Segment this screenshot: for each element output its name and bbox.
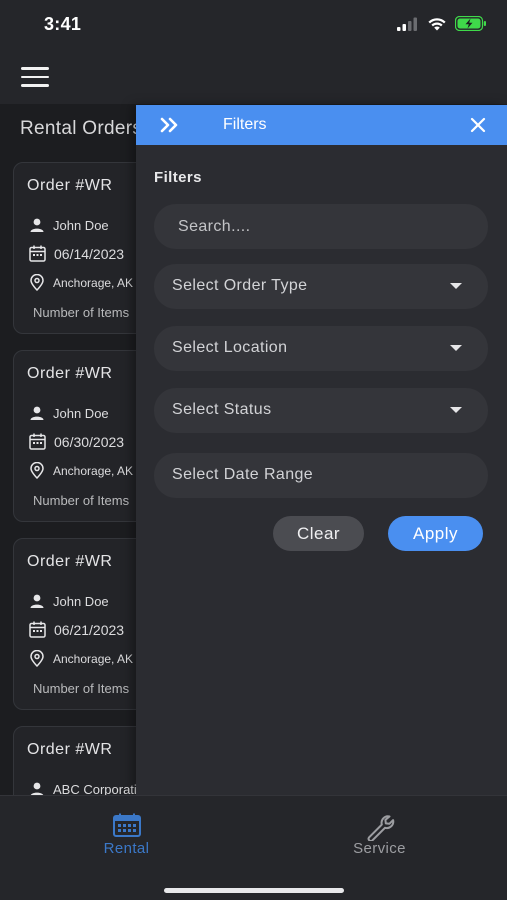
caret-down-icon xyxy=(450,345,462,351)
location-select-label: Select Location xyxy=(172,339,288,356)
person-icon xyxy=(30,218,44,232)
status-select-label: Select Status xyxy=(172,401,272,418)
order-location: Anchorage, AK xyxy=(53,463,134,478)
order-number: Order #WR xyxy=(27,553,113,570)
wrench-icon xyxy=(367,815,394,841)
customer-name: John Doe xyxy=(53,405,109,421)
person-icon xyxy=(30,406,44,420)
order-location: Anchorage, AK xyxy=(53,275,134,290)
location-pin-icon xyxy=(30,650,44,667)
double-chevron-right-icon[interactable] xyxy=(158,115,182,135)
person-icon xyxy=(30,594,44,608)
bottom-tab-bar: Rental Service xyxy=(0,795,507,900)
page-title: Rental Orders xyxy=(20,118,143,139)
app-header xyxy=(0,52,507,104)
location-row: Anchorage, AK xyxy=(29,274,133,291)
filters-section-label: Filters xyxy=(154,169,202,186)
order-location: Anchorage, AK xyxy=(53,651,134,666)
clear-button[interactable]: Clear xyxy=(273,516,364,551)
search-input[interactable] xyxy=(154,204,488,249)
status-select[interactable]: Select Status xyxy=(154,388,488,433)
tab-rental-label: Rental xyxy=(103,840,150,857)
item-count: Number of Items xyxy=(33,681,130,696)
customer-name: John Doe xyxy=(53,217,109,233)
order-date: 06/14/2023 xyxy=(54,245,125,262)
location-pin-icon xyxy=(30,274,44,291)
caret-down-icon xyxy=(450,283,462,289)
item-count: Number of Items xyxy=(33,305,130,320)
filter-drawer-title: Filters xyxy=(223,116,267,133)
date-range-label: Select Date Range xyxy=(172,466,314,483)
customer-row: John Doe xyxy=(29,217,109,233)
calendar-icon xyxy=(29,433,46,450)
filter-drawer-header: Filters xyxy=(136,105,507,145)
item-count: Number of Items xyxy=(33,493,130,508)
customer-row: John Doe xyxy=(29,593,109,609)
order-date: 06/21/2023 xyxy=(54,621,125,638)
filter-drawer: Filters Filters Select Order Type Select… xyxy=(136,105,507,795)
hamburger-menu-icon[interactable] xyxy=(21,67,49,87)
status-time: 3:41 xyxy=(44,14,82,34)
date-row: 06/30/2023 xyxy=(29,433,124,450)
cellular-signal-icon xyxy=(397,17,417,31)
wifi-icon xyxy=(428,17,446,30)
date-row: 06/14/2023 xyxy=(29,245,124,262)
search-field[interactable] xyxy=(154,204,488,249)
app-screen: 3:41 Rental Orders Order #WR John Doe 06… xyxy=(0,0,507,900)
status-bar: 3:41 xyxy=(0,0,507,52)
calendar-icon xyxy=(112,813,141,837)
order-number: Order #WR xyxy=(27,741,113,758)
calendar-icon xyxy=(29,621,46,638)
location-pin-icon xyxy=(30,462,44,479)
customer-name: John Doe xyxy=(53,593,109,609)
order-date: 06/30/2023 xyxy=(54,433,125,450)
date-range-field[interactable]: Select Date Range xyxy=(154,453,488,498)
customer-row: John Doe xyxy=(29,405,109,421)
location-row: Anchorage, AK xyxy=(29,462,133,479)
location-row: Anchorage, AK xyxy=(29,650,133,667)
close-icon[interactable] xyxy=(469,116,487,134)
tab-rental[interactable]: Rental xyxy=(0,796,253,871)
order-type-select[interactable]: Select Order Type xyxy=(154,264,488,309)
order-type-select-label: Select Order Type xyxy=(172,277,308,294)
calendar-icon xyxy=(29,245,46,262)
apply-button[interactable]: Apply xyxy=(388,516,483,551)
order-number: Order #WR xyxy=(27,365,113,382)
date-row: 06/21/2023 xyxy=(29,621,124,638)
order-number: Order #WR xyxy=(27,177,113,194)
battery-charging-icon xyxy=(455,16,486,31)
home-indicator xyxy=(164,888,344,893)
caret-down-icon xyxy=(450,407,462,413)
status-icons xyxy=(397,16,487,31)
tab-service[interactable]: Service xyxy=(253,796,506,871)
location-select[interactable]: Select Location xyxy=(154,326,488,371)
tab-service-label: Service xyxy=(353,840,406,857)
